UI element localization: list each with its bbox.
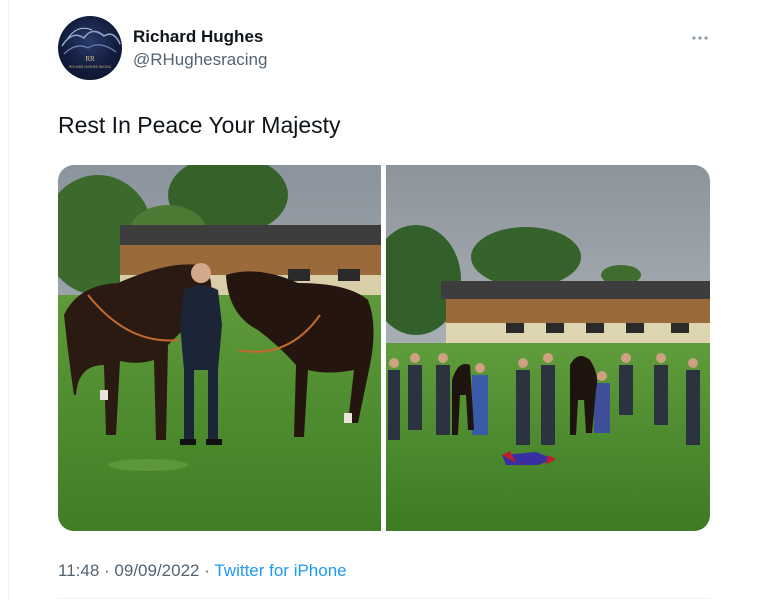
svg-text:RR: RR	[85, 55, 95, 63]
tweet-metadata: 11:48 · 09/09/2022 · Twitter for iPhone	[58, 561, 347, 581]
tweet-text: Rest In Peace Your Majesty	[58, 112, 341, 138]
author-avatar[interactable]: RR RICHARD HUGHES RACING	[58, 16, 122, 80]
tweet-source-link[interactable]: Twitter for iPhone	[214, 561, 346, 580]
more-horizontal-icon	[692, 36, 708, 40]
meta-separator: ·	[104, 561, 110, 580]
author-name[interactable]: Richard Hughes	[133, 27, 263, 47]
media-grid	[58, 165, 710, 531]
two-horses-with-trainer-photo[interactable]	[58, 165, 381, 531]
svg-text:RICHARD HUGHES RACING: RICHARD HUGHES RACING	[69, 65, 112, 69]
divider	[58, 598, 710, 599]
author-handle[interactable]: @RHughesracing	[133, 50, 267, 70]
staff-gathered-on-lawn-photo[interactable]	[386, 165, 710, 531]
column-divider	[8, 0, 9, 600]
tweet-date[interactable]: 09/09/2022	[114, 561, 199, 580]
more-options-button[interactable]	[688, 28, 712, 48]
avatar-logo-icon: RR RICHARD HUGHES RACING	[61, 27, 121, 69]
tweet-time[interactable]: 11:48	[58, 561, 99, 580]
meta-separator: ·	[204, 561, 210, 580]
